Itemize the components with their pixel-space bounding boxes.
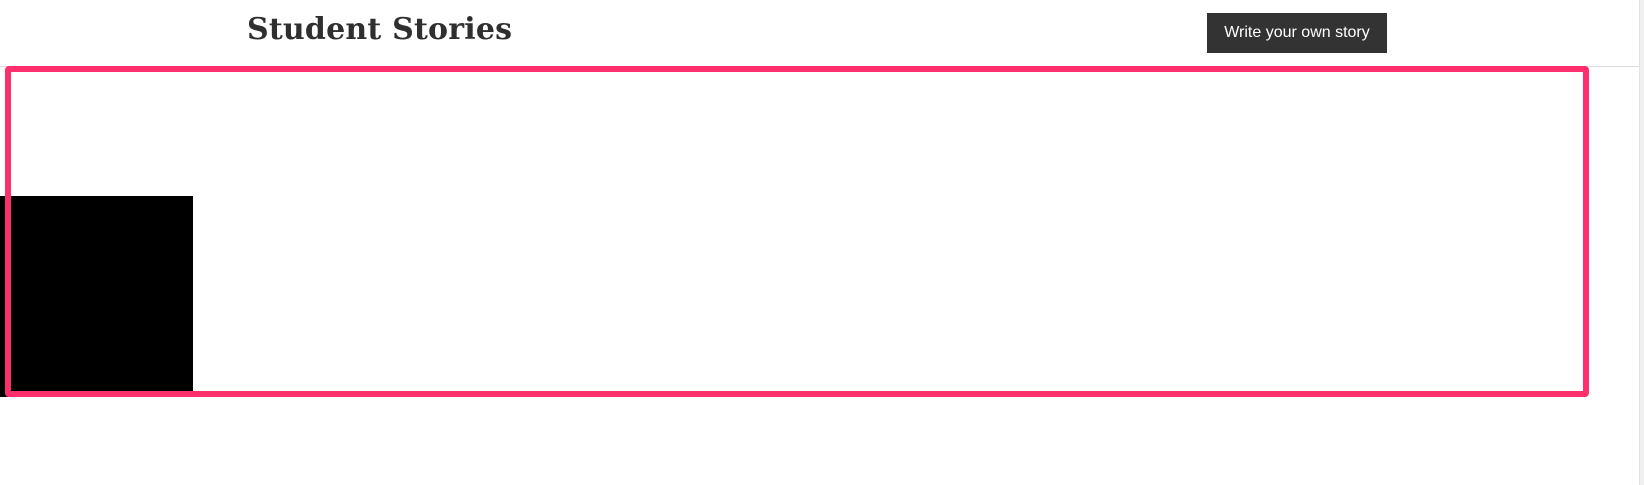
page-title: Student Stories	[247, 12, 513, 47]
page-scrollbar[interactable]	[1639, 0, 1644, 485]
site-header: Student Stories Write your own story	[0, 0, 1640, 67]
story-content-area	[0, 67, 1600, 397]
page: Student Stories Write your own story	[0, 0, 1644, 485]
clipped-text-fragment	[530, 67, 730, 71]
write-story-button[interactable]: Write your own story	[1207, 13, 1387, 53]
story-media-placeholder	[0, 196, 193, 397]
